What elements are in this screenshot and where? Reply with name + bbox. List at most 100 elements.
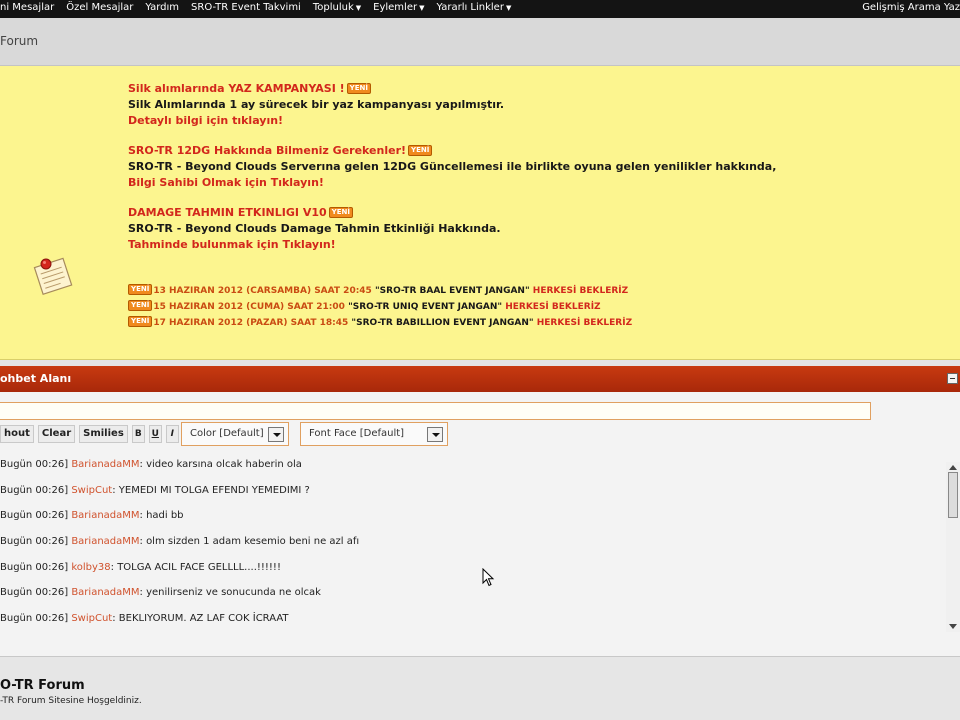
announcement-block: Silk alımlarında YAZ KAMPANYASI ! YENİ Si…: [128, 81, 504, 129]
nav-help-label: Yardım: [145, 2, 180, 13]
scroll-down-icon[interactable]: [949, 624, 957, 629]
shout-user[interactable]: BarianadaMM: [71, 587, 139, 598]
breadcrumb-bar: Forum: [0, 18, 960, 66]
shout-text: : video karsına olcak haberin ola: [139, 459, 302, 470]
shout-user[interactable]: SwipCut: [71, 485, 112, 496]
event-line: YENİ 17 HAZIRAN 2012 (PAZAR) SAAT 18:45 "…: [128, 316, 632, 328]
new-badge: YENİ: [346, 83, 371, 94]
shout-time: Bugün 00:26]: [0, 561, 69, 573]
italic-button[interactable]: I: [165, 425, 179, 443]
shout-button[interactable]: hout: [0, 425, 34, 443]
event-name: "SRO-TR UNIQ EVENT JANGAN": [348, 302, 503, 312]
shout-user[interactable]: BarianadaMM: [71, 459, 139, 470]
announcement-title[interactable]: SRO-TR 12DG Hakkında Bilmeniz Gerekenler…: [128, 143, 776, 159]
nav-community-label: Topluluk: [312, 2, 354, 13]
shoutbox-title: ohbet Alanı: [0, 372, 72, 385]
shoutbox-body: hout Clear Smilies B U I Color [Default]…: [0, 392, 960, 656]
nav-event-calendar[interactable]: SRO-TR Event Takvimi: [191, 0, 301, 16]
shout-user[interactable]: kolby38: [71, 562, 110, 573]
announcement-block: SRO-TR 12DG Hakkında Bilmeniz Gerekenler…: [128, 143, 776, 191]
shout-row: Bugün 00:26] BarianadaMM: video karsına …: [0, 452, 940, 478]
shout-time: Bugün 00:26]: [0, 536, 69, 548]
color-select[interactable]: Color [Default]: [181, 422, 289, 446]
nav-useful-links-label: Yararlı Linkler: [436, 2, 504, 13]
announcement-title-text: Silk alımlarında YAZ KAMPANYASI !: [128, 82, 345, 95]
event-suffix: HERKESİ BEKLERİZ: [505, 302, 601, 312]
shout-user[interactable]: SwipCut: [71, 613, 112, 624]
nav-event-calendar-label: SRO-TR Event Takvimi: [191, 2, 301, 13]
announcement-title[interactable]: DAMAGE TAHMIN ETKINLIGI V10 YENİ: [128, 205, 501, 221]
announcement-link[interactable]: Tahminde bulunmak için Tıklayın!: [128, 237, 501, 253]
dropdown-arrow-icon[interactable]: [427, 427, 443, 442]
nav-actions[interactable]: Eylemler ▼: [373, 0, 424, 16]
announcement-body: SRO-TR - Beyond Clouds Damage Tahmin Etk…: [128, 222, 501, 235]
shout-text: : hadi bb: [139, 510, 184, 522]
shout-input[interactable]: [0, 402, 871, 420]
announcement-link[interactable]: Detaylı bilgi için tıklayın!: [128, 113, 504, 129]
shout-row: Bugün 00:26] BarianadaMM: yenilirseniz v…: [0, 580, 940, 606]
event-name: "SRO-TR BAAL EVENT JANGAN": [374, 286, 530, 296]
footer-subtitle: -TR Forum Sitesine Hoşgeldiniz.: [0, 696, 142, 706]
font-face-select[interactable]: Font Face [Default]: [300, 422, 448, 446]
breadcrumb[interactable]: Forum: [0, 34, 38, 48]
underline-button[interactable]: U: [148, 425, 162, 443]
clear-button[interactable]: Clear: [37, 425, 76, 443]
announcement-body: Silk Alımlarında 1 ay sürecek bir yaz ka…: [128, 98, 505, 111]
font-face-select-value: Font Face [Default]: [309, 428, 405, 439]
shout-text: : olm sizden 1 adam kesemio beni ne azl …: [139, 536, 360, 548]
nav-useful-links[interactable]: Yararlı Linkler ▼: [436, 0, 511, 16]
shout-text: : BEKLIYORUM. AZ LAF COK İCRAAT: [112, 613, 289, 625]
footer-title: O-TR Forum: [0, 678, 85, 693]
shoutbox-header: ohbet Alanı: [0, 366, 960, 392]
event-date: 15 HAZIRAN 2012 (CUMA) SAAT 21:00: [153, 302, 345, 312]
dropdown-arrow-icon[interactable]: [268, 427, 284, 442]
announcement-body: SRO-TR - Beyond Clouds Serverına gelen 1…: [128, 160, 777, 173]
shout-time: Bugün 00:26]: [0, 587, 69, 599]
collapse-icon[interactable]: [947, 373, 958, 384]
nav-actions-label: Eylemler: [373, 2, 418, 13]
shout-time: Bugün 00:26]: [0, 459, 69, 470]
chevron-down-icon: ▼: [505, 4, 512, 12]
top-nav-bar: ni Mesajlar Özel Mesajlar Yardım SRO-TR …: [0, 0, 960, 18]
advanced-search-link[interactable]: Gelişmiş Arama Yaz: [862, 0, 960, 16]
event-line: YENİ 15 HAZIRAN 2012 (CUMA) SAAT 21:00 "S…: [128, 300, 601, 312]
shout-row: Bugün 00:26] BarianadaMM: olm sizden 1 a…: [0, 529, 940, 555]
shout-user[interactable]: BarianadaMM: [71, 510, 139, 521]
nav-new-posts[interactable]: ni Mesajlar: [0, 0, 54, 16]
shout-row: Bugün 00:26] kolby38: TOLGA ACIL FACE GE…: [0, 555, 940, 581]
event-date: 17 HAZIRAN 2012 (PAZAR) SAAT 18:45: [153, 318, 349, 328]
event-suffix: HERKESİ BEKLERİZ: [532, 286, 629, 296]
scroll-thumb[interactable]: [948, 472, 958, 518]
announcement-title[interactable]: Silk alımlarında YAZ KAMPANYASI ! YENİ: [128, 81, 504, 97]
shout-row: Bugün 00:26] BarianadaMM: hadi bb: [0, 503, 940, 529]
smilies-button[interactable]: Smilies: [79, 425, 128, 443]
nav-community[interactable]: Topluluk ▼: [313, 0, 361, 16]
nav-private-messages[interactable]: Özel Mesajlar: [66, 0, 133, 16]
mouse-cursor-icon: [482, 568, 495, 587]
announcement-link[interactable]: Bilgi Sahibi Olmak için Tıklayın!: [128, 175, 776, 191]
scroll-up-icon[interactable]: [949, 465, 957, 470]
event-name: "SRO-TR BABILLION EVENT JANGAN": [351, 318, 534, 328]
shoutbox-toolbar: hout Clear Smilies B U I: [0, 424, 179, 444]
bold-button[interactable]: B: [131, 425, 145, 443]
shout-list: Bugün 00:26] BarianadaMM: video karsına …: [0, 452, 940, 632]
shout-row: Bugün 00:26] SwipCut: BEKLIYORUM. AZ LAF…: [0, 606, 940, 632]
event-date: 13 HAZIRAN 2012 (CARSAMBA) SAAT 20:45: [153, 286, 372, 296]
event-line: YENİ 13 HAZIRAN 2012 (CARSAMBA) SAAT 20:4…: [128, 284, 628, 296]
new-badge: YENİ: [128, 284, 153, 295]
shout-time: Bugün 00:26]: [0, 613, 69, 625]
announcement-title-text: SRO-TR 12DG Hakkında Bilmeniz Gerekenler…: [128, 144, 407, 157]
new-badge: YENİ: [328, 207, 353, 218]
shout-scrollbar[interactable]: [946, 462, 960, 632]
chevron-down-icon: ▼: [419, 4, 425, 12]
new-badge: YENİ: [408, 145, 433, 156]
shout-row: Bugün 00:26] SwipCut: YEMEDI MI TOLGA EF…: [0, 478, 940, 504]
nav-help[interactable]: Yardım: [145, 0, 179, 16]
nav-new-posts-label: ni Mesajlar: [0, 2, 55, 13]
event-suffix: HERKESİ BEKLERİZ: [536, 318, 633, 328]
announcement-panel: Silk alımlarında YAZ KAMPANYASI ! YENİ Si…: [0, 66, 960, 360]
shout-time: Bugün 00:26]: [0, 510, 69, 522]
shout-user[interactable]: BarianadaMM: [71, 536, 139, 547]
color-select-value: Color [Default]: [190, 428, 264, 439]
chevron-down-icon: ▼: [355, 4, 362, 12]
